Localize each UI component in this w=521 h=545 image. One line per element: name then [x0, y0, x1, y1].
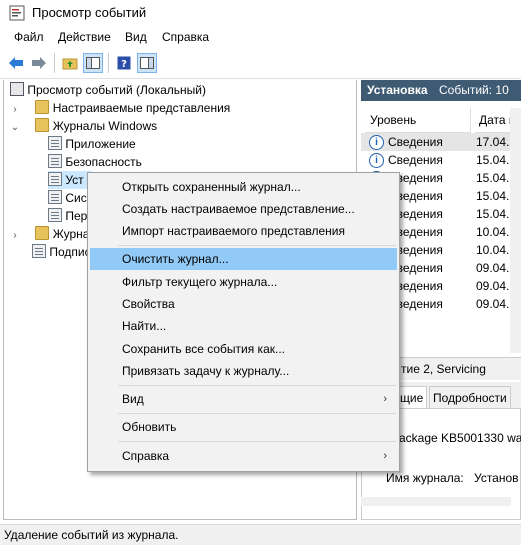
chevron-down-icon[interactable]: ⌄	[10, 123, 20, 133]
table-row[interactable]: iСведения15.04.20	[361, 151, 521, 169]
log-icon	[48, 172, 62, 186]
log-header: Установка Событий: 10	[361, 80, 521, 101]
folder-up-icon	[62, 58, 78, 70]
chevron-right-icon: ›	[383, 393, 387, 405]
menu-separator	[118, 385, 396, 386]
folder-icon	[35, 100, 50, 114]
menu-help[interactable]: Справка	[162, 30, 209, 44]
tree-item-setup[interactable]: Уст	[48, 171, 92, 189]
context-menu: Открыть сохраненный журнал... Создать на…	[87, 172, 400, 472]
console-tree-icon	[86, 57, 100, 69]
help-button[interactable]: ?	[114, 53, 134, 73]
tree-item-label: Журналы Windows	[52, 119, 158, 133]
menu-bar: Файл Действие Вид Справка	[0, 26, 521, 48]
window-title: Просмотр событий	[32, 5, 147, 20]
chevron-right-icon[interactable]: ›	[10, 105, 20, 115]
event-viewer-icon	[9, 5, 25, 21]
log-icon	[48, 154, 62, 168]
event-viewer-icon	[10, 82, 24, 96]
svg-text:?: ?	[121, 59, 127, 70]
tree-item-apps-services[interactable]: › Журна	[10, 225, 89, 243]
menu-refresh[interactable]: Обновить	[90, 416, 397, 438]
info-icon: i	[369, 135, 384, 150]
tab-details[interactable]: Подробности	[429, 386, 511, 409]
tree-item-label: Журна	[52, 227, 90, 241]
menu-create-custom-view[interactable]: Создать настраиваемое представление...	[90, 198, 397, 220]
toolbar-separator	[54, 53, 55, 73]
action-pane-icon	[140, 57, 154, 69]
log-header-title: Установка	[367, 83, 428, 97]
menu-separator	[118, 441, 396, 442]
menu-filter-current-log[interactable]: Фильтр текущего журнала...	[90, 271, 397, 293]
help-icon: ?	[117, 56, 131, 70]
column-header-level[interactable]: Уровень	[365, 108, 471, 133]
event-level: Сведения	[388, 135, 443, 149]
menu-attach-task[interactable]: Привязать задачу к журналу...	[90, 360, 397, 382]
subscriptions-icon	[32, 244, 46, 258]
chevron-right-icon: ›	[383, 450, 387, 462]
tree-item-custom-views[interactable]: › Настраиваемые представления	[10, 99, 230, 117]
column-header-label: Дата и в	[479, 113, 510, 127]
menu-open-saved-log[interactable]: Открыть сохраненный журнал...	[90, 176, 397, 198]
menu-view[interactable]: Вид ›	[90, 388, 397, 410]
status-bar: Удаление событий из журнала.	[0, 524, 521, 545]
events-scrollbar-vertical[interactable]	[510, 108, 521, 353]
arrow-left-icon	[9, 57, 23, 69]
chevron-right-icon[interactable]: ›	[10, 231, 20, 241]
arrow-right-icon	[32, 57, 46, 69]
forward-button[interactable]	[29, 53, 49, 73]
status-text: Удаление событий из журнала.	[4, 528, 179, 542]
tree-item-application[interactable]: Приложение	[48, 135, 136, 153]
up-folder-button[interactable]	[60, 53, 80, 73]
menu-view[interactable]: Вид	[125, 30, 147, 44]
tree-item-label: Приложение	[65, 137, 136, 151]
event-detail-title-text: тие 2, Servicing	[401, 362, 486, 376]
toolbar-separator	[108, 53, 109, 73]
tree-item-forwarded[interactable]: Пер	[48, 207, 87, 225]
menu-separator	[118, 413, 396, 414]
event-level: Сведения	[388, 153, 443, 167]
menu-import-custom-view[interactable]: Импорт настраиваемого представления	[90, 220, 397, 242]
log-icon	[48, 136, 62, 150]
tree-item-label: Подпис	[49, 245, 91, 259]
log-icon	[48, 190, 62, 204]
menu-file[interactable]: Файл	[14, 30, 44, 44]
title-bar: Просмотр событий	[0, 0, 521, 26]
menu-clear-log[interactable]: Очистить журнал...	[90, 248, 397, 270]
detail-scrollbar-horizontal[interactable]	[361, 497, 511, 506]
tree-item-label: Настраиваемые представления	[52, 101, 231, 115]
log-header-count: Событий: 10	[439, 83, 509, 97]
column-header-label: Уровень	[370, 113, 417, 127]
menu-save-all-events[interactable]: Сохранить все события как...	[90, 338, 397, 360]
menu-separator	[118, 245, 396, 246]
tree-item-windows-logs[interactable]: ⌄ Журналы Windows	[10, 117, 157, 135]
folder-icon	[35, 118, 50, 132]
column-header-date[interactable]: Дата и в	[475, 108, 510, 133]
tree-item-security[interactable]: Безопасность	[48, 153, 142, 171]
tree-item-label: Пер	[65, 209, 88, 223]
tree-item-system[interactable]: Сис	[48, 189, 87, 207]
tree-item-label: Сис	[65, 191, 87, 205]
show-action-pane-button[interactable]	[137, 53, 157, 73]
tree-root[interactable]: Просмотр событий (Локальный)	[10, 81, 206, 99]
tree-item-subscriptions[interactable]: Подпис	[32, 243, 91, 261]
tab-general[interactable]: щие	[396, 386, 428, 409]
menu-find[interactable]: Найти...	[90, 315, 397, 337]
log-name-label: Имя журнала:	[386, 471, 464, 485]
log-icon	[48, 208, 62, 222]
show-tree-button[interactable]	[83, 53, 103, 73]
folder-icon	[35, 226, 50, 240]
menu-properties[interactable]: Свойства	[90, 293, 397, 315]
table-row[interactable]: i Сведения 17.04.20	[361, 133, 521, 151]
info-icon: i	[369, 153, 384, 168]
log-name-value: Установ	[474, 471, 519, 485]
event-description: ackage KB5001330 was s	[399, 431, 521, 445]
tree-item-label: Уст	[65, 173, 84, 187]
tree-item-label: Безопасность	[65, 155, 142, 169]
tree-root-label: Просмотр событий (Локальный)	[27, 83, 206, 97]
toolbar: ?	[0, 48, 521, 79]
back-button[interactable]	[6, 53, 26, 73]
menu-help[interactable]: Справка ›	[90, 445, 397, 467]
menu-action[interactable]: Действие	[58, 30, 111, 44]
